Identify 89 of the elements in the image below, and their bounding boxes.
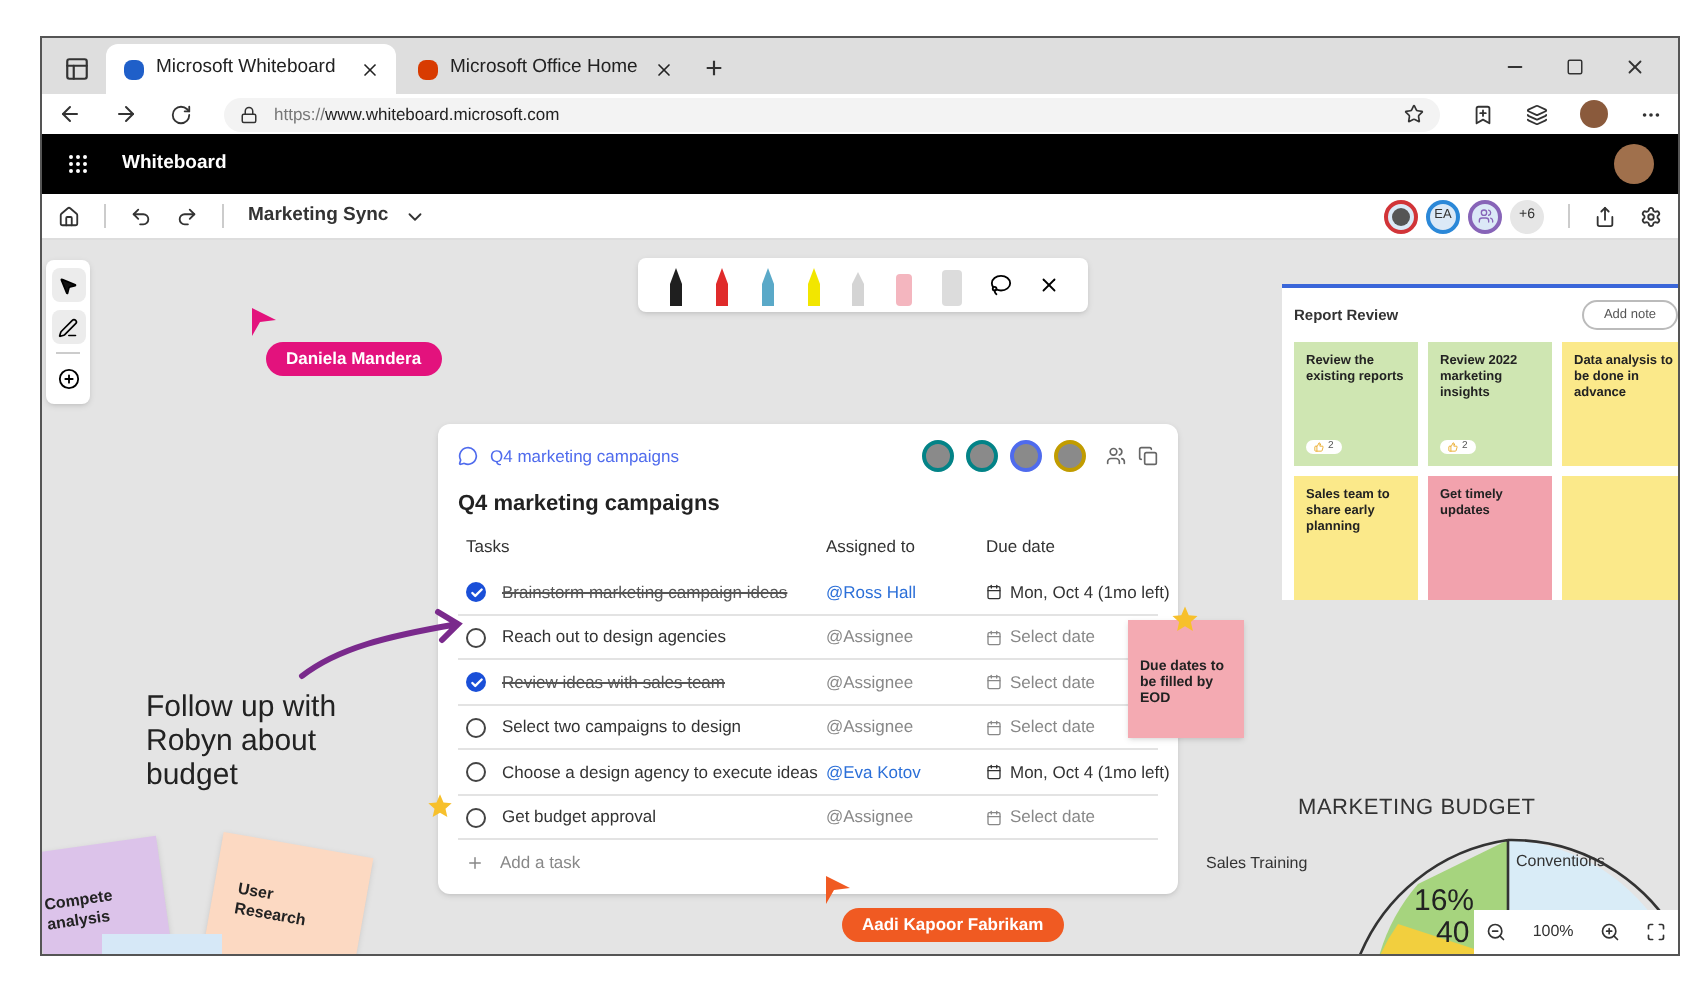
collaborator-avatar[interactable] [1468, 199, 1502, 233]
calendar-icon [986, 764, 1002, 780]
thumbs-up-icon [1314, 441, 1324, 452]
task-text: Brainstorm marketing campaign ideas [502, 579, 788, 605]
favorite-icon[interactable] [1404, 104, 1424, 124]
handwritten-note: Follow up with Robyn about budget [146, 690, 339, 792]
browser-tab[interactable]: Microsoft Whiteboard [106, 44, 396, 94]
settings-icon[interactable] [1640, 205, 1662, 227]
zoom-in-icon[interactable] [1599, 922, 1620, 942]
calendar-icon [986, 629, 1002, 645]
task-checkbox[interactable] [466, 627, 486, 647]
task-checkbox[interactable] [466, 672, 486, 692]
collaborator-name-tag: Aadi Kapoor Fabrikam [842, 908, 1064, 942]
copy-icon[interactable] [1138, 446, 1158, 466]
user-avatar[interactable] [1614, 144, 1654, 184]
task-checkbox[interactable] [466, 717, 486, 737]
collaborator-name-tag: Daniela Mandera [266, 342, 442, 376]
browser-tab[interactable]: Microsoft Office Home [400, 44, 690, 94]
address-field[interactable]: https://www.whiteboard.microsoft.com [224, 97, 1440, 131]
task-text: Review ideas with sales team [502, 669, 725, 695]
back-icon[interactable] [58, 102, 82, 126]
collections-icon[interactable] [1526, 103, 1548, 125]
calendar-icon [986, 719, 1002, 735]
column-header: Due date [986, 533, 1057, 559]
due-date-picker[interactable]: Select date [986, 624, 1096, 650]
task-text: Choose a design agency to execute ideas [502, 759, 818, 785]
pen-icon[interactable] [51, 310, 85, 344]
calendar-icon [986, 674, 1002, 690]
budget-label: Conventions [1516, 850, 1605, 874]
favorites-icon[interactable] [1472, 103, 1494, 125]
select-pointer-icon[interactable] [51, 268, 85, 302]
loop-component-icon [458, 446, 478, 466]
pen-icon[interactable] [666, 265, 687, 305]
lock-icon [240, 105, 258, 123]
redo-icon[interactable] [176, 205, 198, 227]
assignee-text[interactable]: @Assignee [826, 669, 986, 695]
close-icon[interactable] [1624, 56, 1646, 78]
sticky-note[interactable]: Compete analysis [42, 835, 175, 954]
new-tab-button[interactable]: + [694, 46, 734, 94]
task-text: Select two campaigns to design [502, 714, 742, 740]
lasso-icon[interactable] [989, 274, 1012, 296]
star-icon [426, 792, 454, 820]
app-title: Whiteboard [122, 149, 227, 178]
office-logo-icon [416, 58, 438, 80]
calendar-icon [986, 809, 1002, 825]
star-icon [1170, 604, 1200, 634]
close-icon[interactable] [360, 59, 380, 79]
undo-icon[interactable] [130, 205, 152, 227]
task-text: Reach out to design agencies [502, 624, 726, 650]
plus-icon [466, 853, 484, 872]
task-text: Get budget approval [502, 804, 657, 830]
task-checkbox[interactable] [466, 582, 486, 602]
card-title: Q4 marketing campaigns [458, 490, 722, 520]
due-date-picker[interactable]: Mon, Oct 4 (1mo left) [986, 579, 1170, 605]
maximize-icon[interactable] [1566, 56, 1584, 78]
due-date-picker[interactable]: Select date [986, 804, 1096, 830]
home-icon[interactable] [58, 205, 80, 227]
due-date-picker[interactable]: Select date [986, 714, 1096, 740]
app-launcher-icon[interactable] [66, 152, 90, 176]
column-header: Tasks [466, 533, 512, 559]
assignee-text[interactable]: @Assignee [826, 624, 986, 650]
collaborator-avatar[interactable] [1384, 199, 1418, 233]
close-icon[interactable] [654, 59, 674, 79]
zoom-out-icon[interactable] [1486, 922, 1507, 942]
assignee-text[interactable]: @Assignee [826, 804, 986, 830]
assignee-text[interactable]: @Ross Hall [826, 579, 986, 605]
close-icon[interactable] [1037, 274, 1059, 296]
due-date-picker[interactable]: Mon, Oct 4 (1mo left) [986, 759, 1170, 785]
refresh-icon[interactable] [170, 103, 192, 125]
people-icon[interactable] [1106, 446, 1126, 466]
profile-avatar[interactable] [1580, 100, 1608, 128]
column-header: Assigned to [826, 533, 917, 559]
share-icon[interactable] [1594, 205, 1616, 227]
loop-link[interactable]: Q4 marketing campaigns [490, 443, 679, 469]
budget-title: MARKETING BUDGET [1298, 794, 1536, 824]
board-name-dropdown[interactable]: Marketing Sync [248, 201, 427, 231]
whiteboard-logo-icon [122, 58, 144, 80]
add-task-button[interactable]: Add a task [458, 840, 1158, 885]
assignee-text[interactable]: @Assignee [826, 714, 986, 740]
calendar-icon [986, 584, 1002, 600]
zoom-level: 100% [1532, 920, 1574, 944]
fit-to-screen-icon[interactable] [1645, 922, 1666, 942]
forward-icon[interactable] [114, 102, 138, 126]
task-checkbox[interactable] [466, 807, 486, 827]
thumbs-up-icon [1448, 441, 1458, 452]
due-date-picker[interactable]: Select date [986, 669, 1096, 695]
assignee-text[interactable]: @Eva Kotov [826, 759, 986, 785]
budget-label: Sales Training [1206, 852, 1308, 876]
task-checkbox[interactable] [466, 762, 486, 782]
